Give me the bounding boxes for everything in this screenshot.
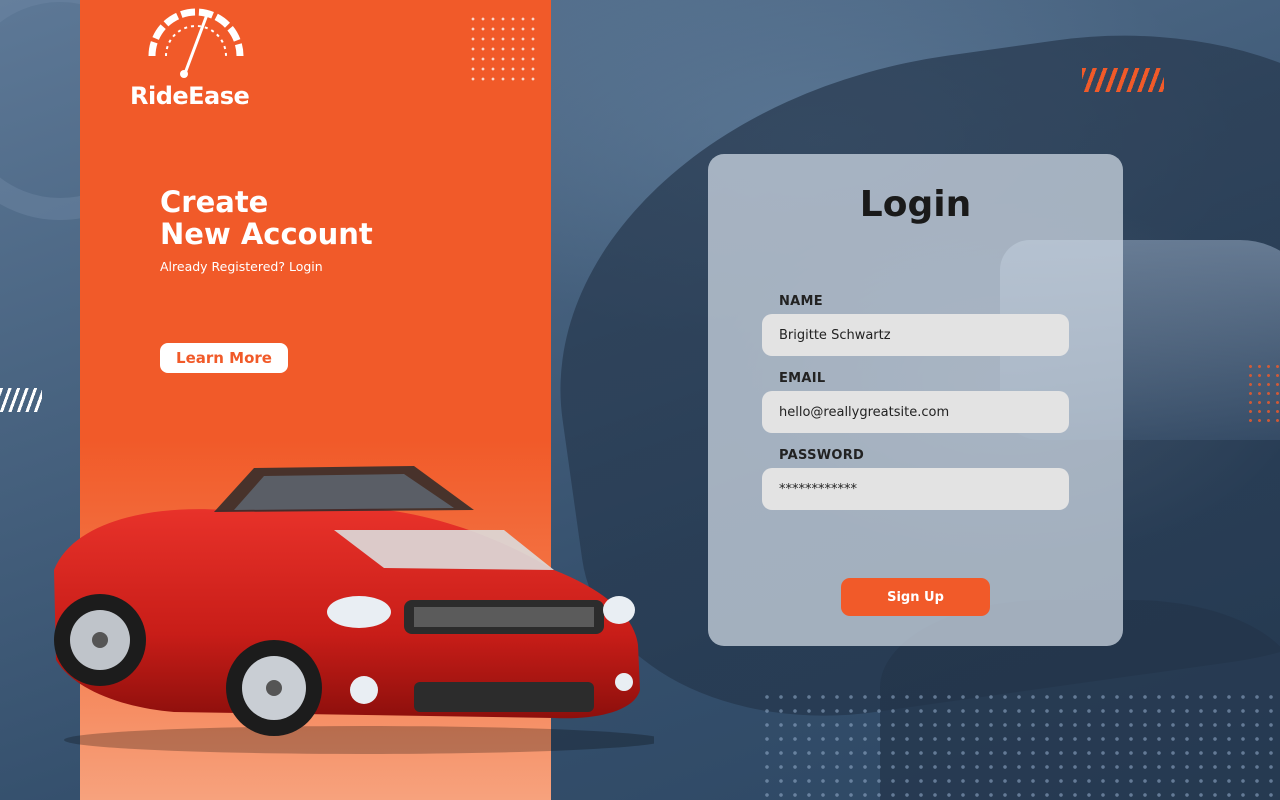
hero-title-line2: New Account: [160, 217, 373, 251]
hero-title: Create New Account: [160, 186, 373, 250]
password-label: PASSWORD: [779, 448, 865, 463]
background-dot-pattern: [760, 690, 1280, 800]
learn-more-button[interactable]: Learn More: [160, 343, 288, 373]
decor-stripes-right: [1082, 68, 1164, 92]
email-input[interactable]: [762, 391, 1069, 433]
name-label: NAME: [779, 294, 823, 309]
login-title: Login: [859, 184, 972, 225]
decor-dots-right: [1246, 362, 1280, 426]
decor-stripes-left: [0, 388, 42, 412]
brand-logo[interactable]: RideEase: [130, 8, 260, 110]
speedometer-icon: [148, 8, 244, 78]
red-convertible-car-image: [54, 466, 654, 754]
decor-dots-panel: [468, 14, 538, 84]
brand-name: RideEase: [130, 82, 250, 110]
name-input[interactable]: [762, 314, 1069, 356]
sign-up-button[interactable]: Sign Up: [841, 578, 990, 616]
login-card: Login NAME EMAIL PASSWORD Sign Up: [708, 154, 1123, 646]
password-input[interactable]: [762, 468, 1069, 510]
email-label: EMAIL: [779, 371, 826, 386]
login-link[interactable]: Already Registered? Login: [160, 259, 323, 274]
hero-title-line1: Create: [160, 185, 269, 219]
